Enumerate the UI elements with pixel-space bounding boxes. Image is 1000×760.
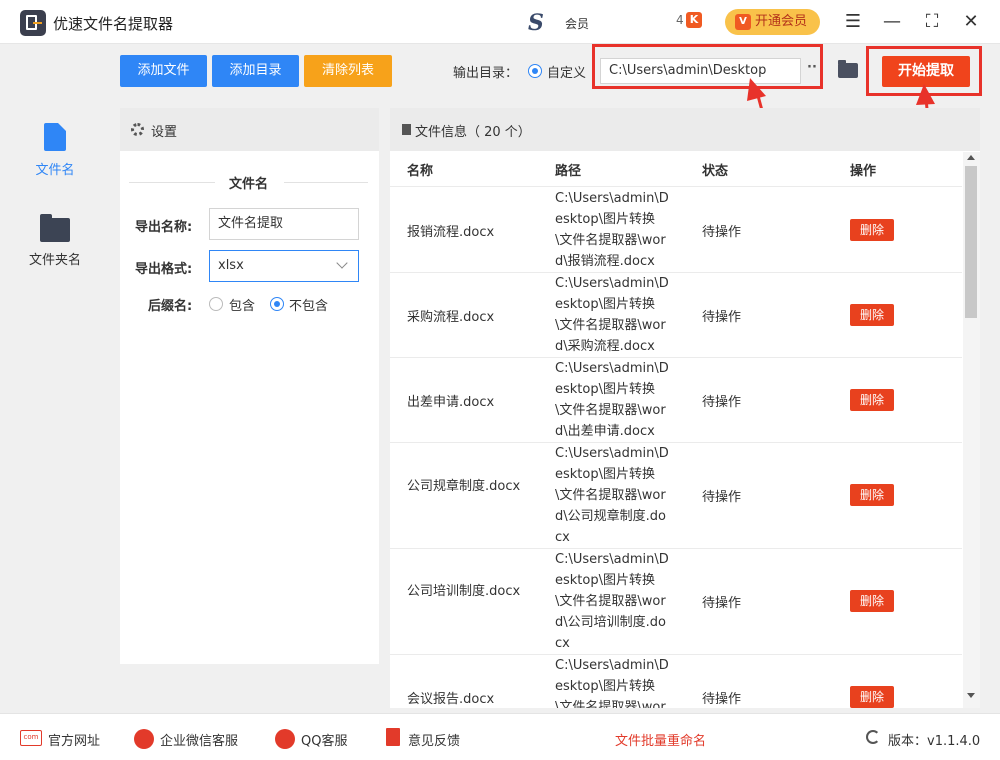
row-status: 待操作 (702, 692, 742, 707)
row-divider (390, 548, 962, 549)
row-path: C:\Users\admin\Desktop\图片转换\文件名提取器\word\… (555, 552, 669, 651)
row-name: 出差申请.docx (407, 395, 495, 410)
row-status: 待操作 (702, 310, 742, 325)
wechat-service-link[interactable]: 企业微信客服 (160, 730, 238, 749)
export-format-label: 导出格式: (135, 262, 193, 277)
settings-title: 设置 (151, 125, 178, 140)
column-header-action: 操作 (850, 164, 877, 179)
row-status: 待操作 (702, 596, 742, 611)
delete-button[interactable]: 删除 (850, 219, 894, 241)
feedback-link[interactable]: 意见反馈 (408, 730, 460, 749)
delete-button[interactable]: 删除 (850, 389, 894, 411)
scroll-up-icon[interactable] (967, 155, 975, 160)
row-name: 公司培训制度.docx (407, 584, 521, 599)
delete-button[interactable]: 删除 (850, 484, 894, 506)
batch-rename-link[interactable]: 文件批量重命名 (615, 730, 706, 749)
export-name-label: 导出名称: (135, 220, 193, 235)
row-path: C:\Users\admin\Desktop\图片转换\文件名提取器\word\… (555, 191, 669, 269)
suffix-include-label: 包含 (229, 299, 256, 314)
section-title: 文件名 (229, 177, 269, 192)
table-row-clip: 会议报告.docx C:\Users\admin\Desktop\图片转换\文件… (390, 655, 962, 708)
suffix-label: 后缀名: (148, 299, 193, 314)
scrollbar-thumb[interactable] (965, 166, 977, 318)
column-header-status: 状态 (702, 164, 729, 179)
column-header-path: 路径 (555, 164, 582, 179)
suffix-include-radio[interactable] (209, 297, 223, 311)
scroll-down-icon[interactable] (967, 693, 975, 698)
delete-button[interactable]: 删除 (850, 590, 894, 612)
file-list-header: 文件信息（ 20 个） (390, 108, 980, 151)
row-path: C:\Users\admin\Desktop\图片转换\文件名提取器\word\… (555, 276, 669, 354)
delete-button[interactable]: 删除 (850, 686, 894, 708)
row-divider (390, 272, 962, 273)
refresh-icon (866, 730, 880, 744)
qq-service-icon (275, 729, 295, 749)
feedback-icon (386, 728, 400, 746)
row-name: 公司规章制度.docx (407, 479, 521, 494)
gear-icon (131, 123, 144, 136)
export-format-select[interactable]: xlsx (209, 250, 359, 282)
suffix-exclude-label: 不包含 (289, 299, 329, 314)
wechat-service-icon (134, 729, 154, 749)
row-path: C:\Users\admin\Desktop\图片转换\文件名提取器\word\… (555, 361, 669, 439)
column-header-name: 名称 (407, 164, 434, 179)
website-icon: com (20, 730, 42, 746)
delete-button[interactable]: 删除 (850, 304, 894, 326)
official-website-link[interactable]: 官方网址 (48, 730, 100, 749)
row-status: 待操作 (702, 395, 742, 410)
qq-service-link[interactable]: QQ客服 (301, 730, 347, 749)
row-divider (390, 186, 962, 187)
row-path: C:\Users\admin\Desktop\图片转换\文件名提取器\word\… (555, 446, 669, 545)
document-icon (402, 124, 411, 135)
row-status: 待操作 (702, 225, 742, 240)
export-name-input[interactable]: 文件名提取 (209, 208, 359, 240)
settings-header: 设置 (120, 108, 379, 151)
row-divider (390, 357, 962, 358)
file-count-title: 文件信息（ 20 个） (415, 125, 531, 140)
row-path: C:\Users\admin\Desktop\图片转换\文件名提取器\word\… (555, 658, 669, 708)
suffix-exclude-radio[interactable] (270, 297, 284, 311)
row-divider (390, 442, 962, 443)
row-name: 报销流程.docx (407, 225, 495, 240)
version-text: 版本：v1.1.4.0 (888, 734, 981, 749)
divider (129, 182, 215, 183)
divider (284, 182, 368, 183)
footer-bar: com 官方网址 企业微信客服 QQ客服 意见反馈 文件批量重命名 版本：v1.… (0, 713, 1000, 760)
row-name: 采购流程.docx (407, 310, 495, 325)
row-status: 待操作 (702, 490, 742, 505)
row-name: 会议报告.docx (407, 692, 495, 707)
